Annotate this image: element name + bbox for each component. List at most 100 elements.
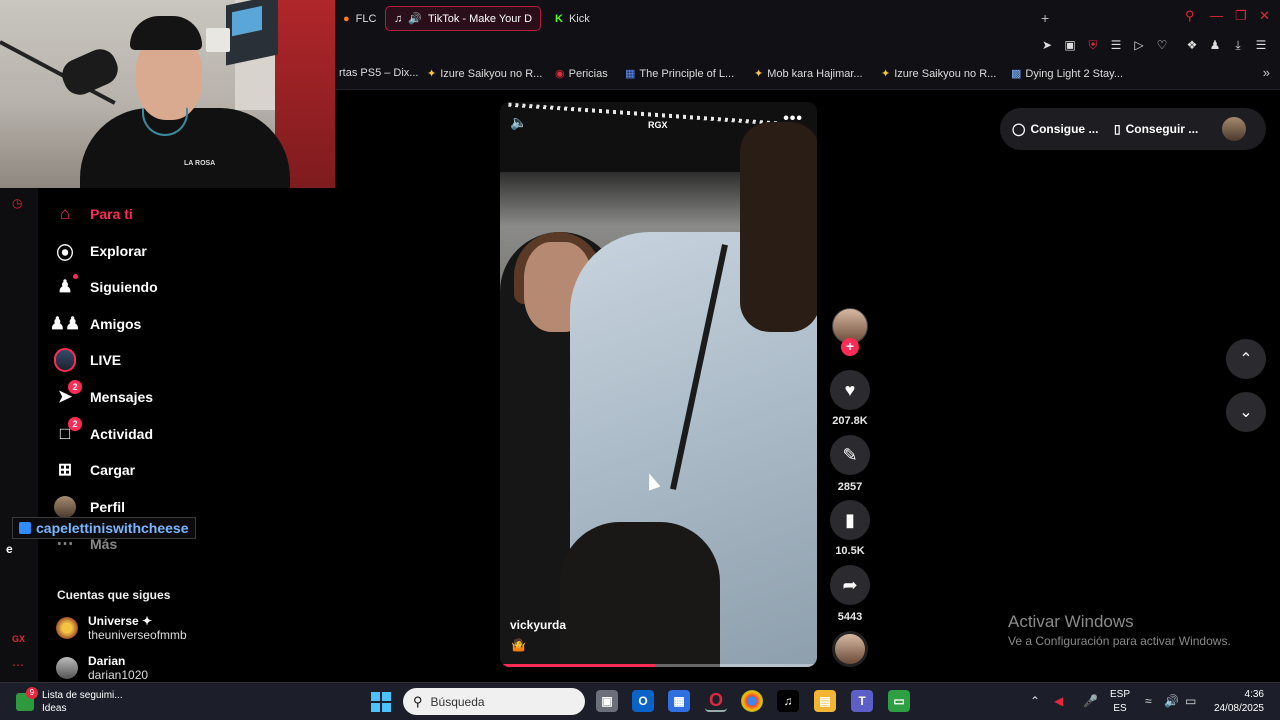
app-icon[interactable]: ▭ bbox=[888, 690, 910, 712]
compass-icon: ⦿ bbox=[56, 243, 74, 263]
bookmark-item[interactable]: rtas PS5 – Dix... bbox=[339, 67, 418, 79]
nav-cargar[interactable]: ⊞ Cargar bbox=[54, 455, 294, 485]
game-icon: ▩ bbox=[1011, 68, 1022, 80]
following-account[interactable]: Darian darian1020 bbox=[56, 652, 236, 684]
nav-explorar[interactable]: ⦿ Explorar bbox=[54, 236, 294, 266]
bookmark-item[interactable]: ▦ The Principle of L... bbox=[625, 67, 734, 81]
nav-siguiendo[interactable]: ♟ Siguiendo bbox=[54, 272, 294, 302]
tab-flc[interactable]: ● FLC bbox=[335, 6, 380, 31]
stream-username-overlay: capelettiniswithcheese bbox=[12, 517, 196, 539]
webcam-monitor bbox=[226, 0, 278, 66]
tab-tiktok[interactable]: ♫ 🔊 TikTok - Make Your D bbox=[385, 6, 541, 31]
extensions-icon[interactable]: ❖ bbox=[1184, 37, 1200, 53]
close-icon[interactable]: ✕ bbox=[1259, 8, 1270, 24]
tray-app-icon[interactable]: ◀ bbox=[1054, 694, 1063, 708]
chevron-up-icon[interactable]: ⌃ bbox=[1030, 694, 1040, 708]
webcam-air-conditioner bbox=[206, 28, 230, 52]
video-player[interactable]: 🔈 RGX ••• vickyurda 🤷 bbox=[500, 102, 817, 667]
task-view-icon[interactable]: ▣ bbox=[596, 690, 618, 712]
save-button[interactable]: ▮ bbox=[830, 500, 870, 540]
volume-icon[interactable]: 🔈 bbox=[510, 114, 527, 131]
nav-amigos[interactable]: ♟♟ Amigos bbox=[50, 309, 294, 339]
nav-mensajes[interactable]: ➤ 2 Mensajes bbox=[54, 380, 294, 412]
opera-gx-icon[interactable]: O bbox=[705, 690, 727, 712]
comments-count: 2857 bbox=[837, 481, 863, 493]
follow-plus-button[interactable]: + bbox=[841, 338, 859, 356]
music-disc[interactable] bbox=[832, 631, 868, 667]
comment-button[interactable]: ✎ bbox=[830, 435, 870, 475]
fire-icon: ● bbox=[343, 12, 350, 25]
tab-kick[interactable]: K Kick bbox=[547, 6, 627, 31]
input-language[interactable]: ESP ES bbox=[1110, 688, 1130, 716]
new-tab-button[interactable]: + bbox=[1041, 10, 1049, 26]
stocks-icon: 9 bbox=[16, 687, 38, 711]
bookmark-item[interactable]: ✦ Izure Saikyou no R... bbox=[427, 67, 542, 81]
coin-icon: ◯ bbox=[1012, 122, 1026, 136]
video-progress-bar[interactable] bbox=[500, 664, 817, 667]
user-avatar[interactable] bbox=[1222, 117, 1246, 141]
pin-icon[interactable]: ➤ bbox=[1039, 37, 1055, 53]
more-dots-icon[interactable]: ⋯ bbox=[12, 658, 24, 672]
translate-icon[interactable]: ☰ bbox=[1108, 37, 1124, 53]
bookmark-item[interactable]: ✦ Mob kara Hajimar... bbox=[754, 67, 863, 81]
browser-search-icon[interactable]: ⚲ bbox=[1185, 8, 1195, 24]
outlook-icon[interactable]: O bbox=[632, 690, 654, 712]
webcam-shirt-print: LA ROSA bbox=[184, 160, 216, 167]
play-icon[interactable]: ▷ bbox=[1131, 37, 1147, 53]
user-follow-icon: ♟ bbox=[54, 274, 78, 298]
share-button[interactable]: ➦ bbox=[830, 565, 870, 605]
bookmark-item[interactable]: ◉ Pericias bbox=[555, 67, 608, 81]
nav-label: Perfil bbox=[90, 499, 126, 515]
widgets-button[interactable]: 9 Lista de seguimi... Ideas bbox=[16, 687, 123, 715]
file-explorer-icon[interactable]: ▤ bbox=[814, 690, 836, 712]
previous-video-button[interactable]: ⌃ bbox=[1226, 339, 1266, 379]
following-account[interactable]: Universe ✦ theuniverseofmmb bbox=[56, 612, 236, 644]
activity-icon: □ 2 bbox=[54, 417, 82, 445]
get-app-button[interactable]: ▯ Conseguir ... bbox=[1114, 122, 1198, 136]
wifi-icon[interactable]: ≈ bbox=[1145, 694, 1152, 708]
nav-label: Mensajes bbox=[90, 389, 154, 405]
search-placeholder: Búsqueda bbox=[430, 694, 485, 709]
microphone-icon[interactable]: 🎤 bbox=[1083, 694, 1098, 708]
more-options-icon[interactable]: ••• bbox=[783, 110, 803, 128]
download-icon[interactable]: ⤓ bbox=[1230, 37, 1246, 53]
search-icon: ⚲ bbox=[413, 693, 423, 709]
teams-icon[interactable]: T bbox=[851, 690, 873, 712]
messages-badge: 2 bbox=[68, 380, 82, 394]
speaker-icon[interactable]: 🔊 bbox=[408, 12, 422, 25]
account-icon[interactable]: ♟ bbox=[1207, 37, 1223, 53]
history-icon[interactable]: ◷ bbox=[12, 196, 22, 210]
chrome-icon[interactable] bbox=[741, 690, 763, 712]
minimize-icon[interactable]: — bbox=[1210, 8, 1223, 23]
store-icon[interactable]: ▦ bbox=[668, 690, 690, 712]
stream-letter: e bbox=[6, 542, 13, 556]
battery-icon[interactable]: ▭ bbox=[1185, 694, 1196, 708]
shield-icon[interactable]: ⛨ bbox=[1085, 37, 1101, 53]
next-video-button[interactable]: ⌄ bbox=[1226, 392, 1266, 432]
heart-outline-icon[interactable]: ♡ bbox=[1154, 37, 1170, 53]
clock[interactable]: 4:36 24/08/2025 bbox=[1206, 688, 1264, 716]
nav-actividad[interactable]: □ 2 Actividad bbox=[54, 417, 294, 449]
nav-live[interactable]: LIVE bbox=[54, 345, 294, 375]
menu-icon[interactable]: ☰ bbox=[1253, 37, 1269, 53]
volume-tray-icon[interactable]: 🔊 bbox=[1164, 694, 1179, 708]
nav-para-ti[interactable]: ⌂ Para ti bbox=[54, 199, 294, 229]
restore-icon[interactable]: ❐ bbox=[1235, 8, 1247, 24]
tiktok-app-icon[interactable]: ♫ bbox=[777, 690, 799, 712]
snapshot-icon[interactable]: ▣ bbox=[1062, 37, 1078, 53]
video-author[interactable]: vickyurda bbox=[510, 618, 566, 632]
get-coins-button[interactable]: ◯ Consigue ... bbox=[1012, 122, 1098, 136]
taskbar-search[interactable]: ⚲ Búsqueda bbox=[403, 688, 585, 715]
kick-icon: K bbox=[555, 12, 563, 25]
start-button[interactable] bbox=[371, 692, 391, 712]
bookmark-item[interactable]: ▩ Dying Light 2 Stay... bbox=[1011, 67, 1123, 81]
home-icon: ⌂ bbox=[59, 204, 71, 223]
share-icon: ➦ bbox=[842, 574, 858, 595]
bookmark-item[interactable]: ✦ Izure Saikyou no R... bbox=[881, 67, 996, 81]
like-button[interactable]: ♥ bbox=[830, 370, 870, 410]
live-icon bbox=[54, 348, 76, 372]
account-handle: theuniverseofmmb bbox=[88, 628, 187, 642]
account-name: Universe ✦ bbox=[88, 614, 153, 628]
chevron-double-right-icon[interactable]: » bbox=[1263, 65, 1270, 80]
sparkle-icon: ✦ bbox=[881, 68, 891, 80]
